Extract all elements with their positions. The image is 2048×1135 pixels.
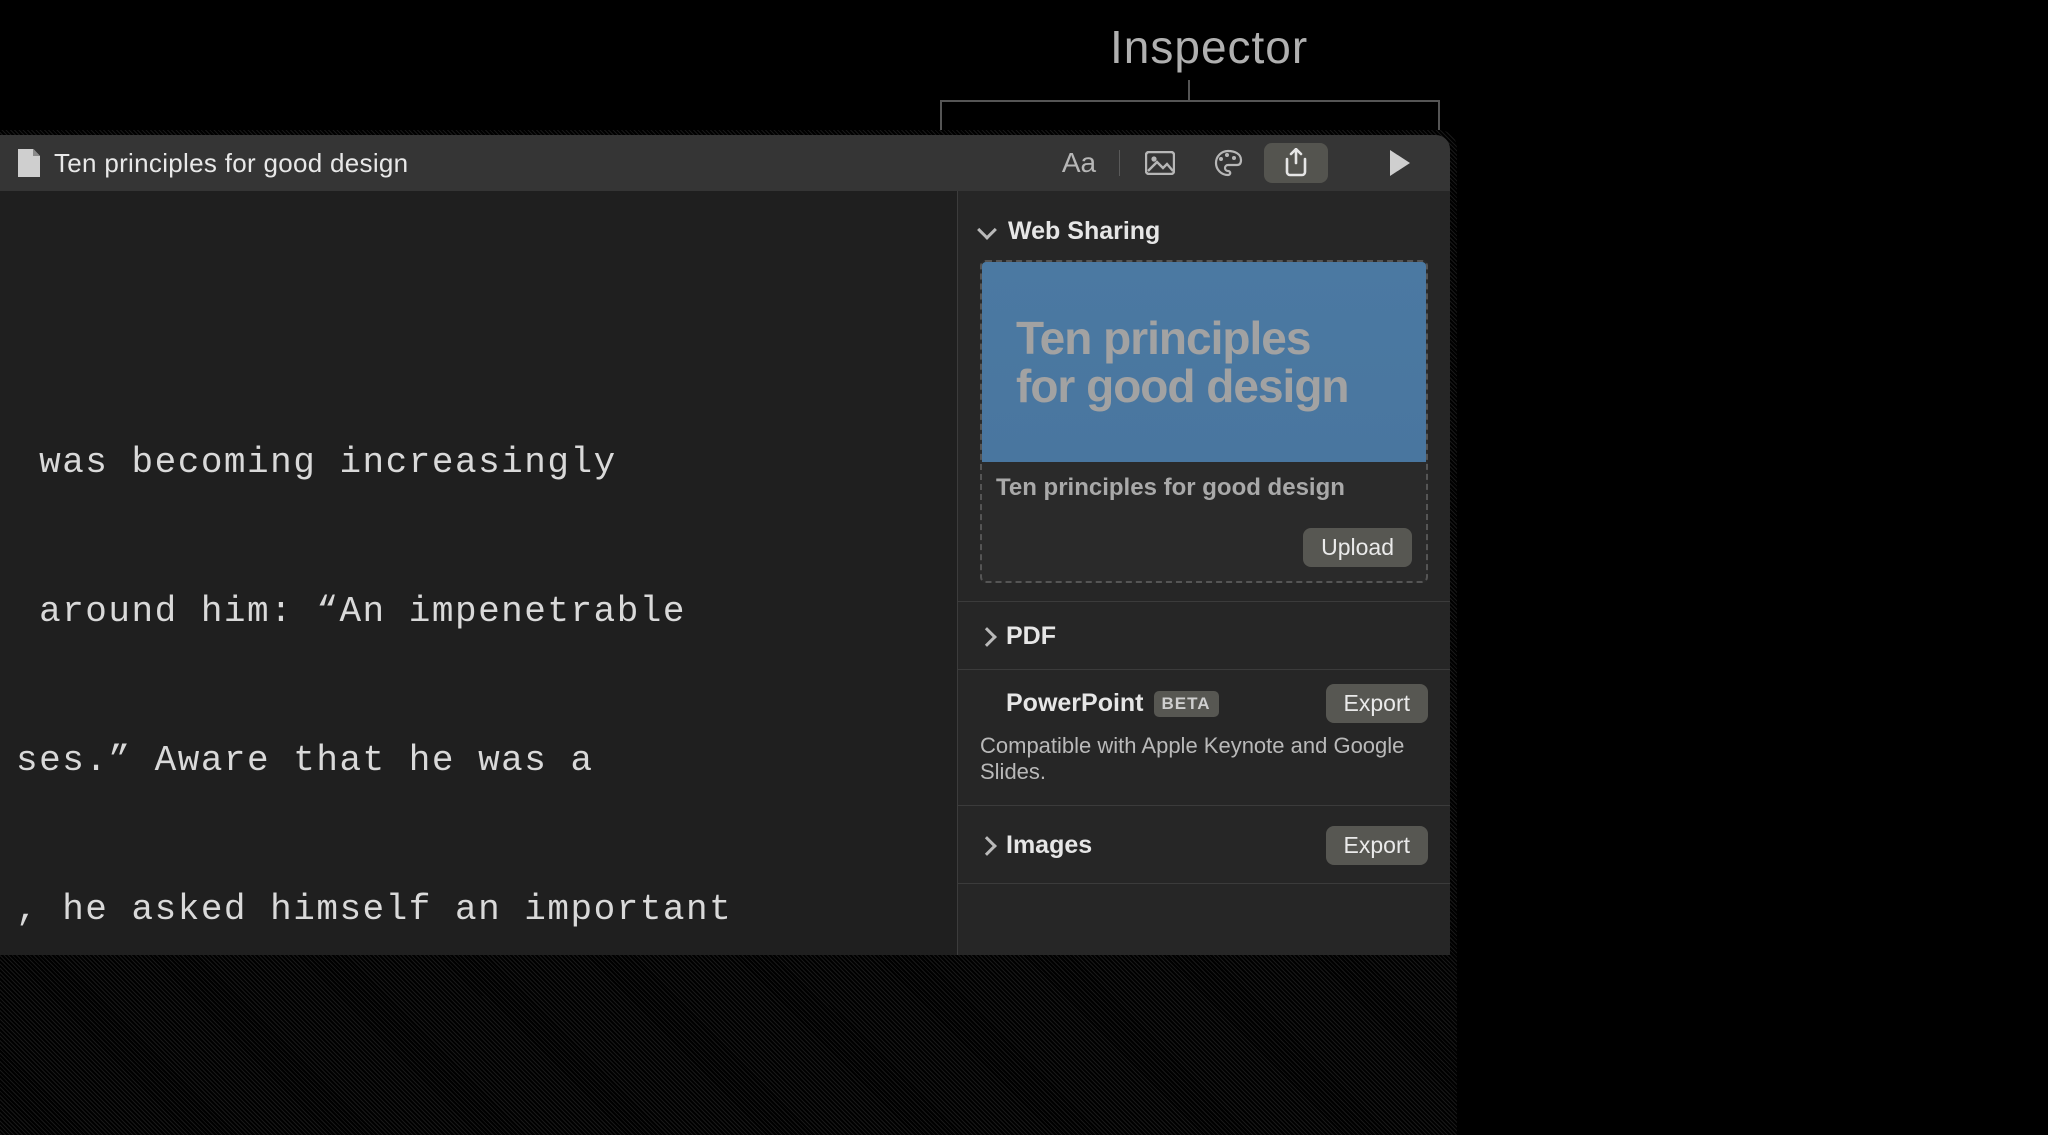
images-title: Images (1006, 831, 1092, 860)
play-icon (1390, 150, 1410, 176)
annotation-label: Inspector (1110, 20, 1308, 74)
editor-pane[interactable]: was becoming increasingly around him: “A… (0, 191, 957, 955)
chevron-right-icon (977, 627, 997, 647)
annotation-stem (1188, 80, 1190, 102)
chevron-down-icon (977, 220, 997, 240)
images-export-button[interactable]: Export (1326, 826, 1428, 865)
editor-line: ses.” Aware that he was a (0, 736, 957, 786)
web-sharing-header[interactable]: Web Sharing (980, 209, 1428, 260)
palette-icon (1213, 149, 1243, 177)
divider (958, 883, 1450, 884)
share-preview-card: Ten principles for good design Ten princ… (980, 260, 1428, 583)
powerpoint-title: PowerPoint (1006, 689, 1144, 718)
text-format-icon: Aa (1062, 147, 1096, 179)
share-tab[interactable] (1264, 143, 1328, 183)
powerpoint-row: PowerPoint BETA Export (980, 670, 1428, 733)
image-icon (1145, 151, 1175, 175)
inspector-tab-group: Aa (1047, 143, 1328, 183)
play-button[interactable] (1368, 143, 1432, 183)
format-tab[interactable]: Aa (1047, 143, 1111, 183)
editor-line: , he asked himself an important (0, 885, 957, 935)
theme-tab[interactable] (1196, 143, 1260, 183)
powerpoint-export-button[interactable]: Export (1326, 684, 1428, 723)
preview-title: Ten principles for good design (1016, 314, 1349, 411)
web-sharing-title: Web Sharing (1008, 217, 1160, 246)
share-preview-image: Ten principles for good design (982, 262, 1426, 462)
inspector-panel: Web Sharing Ten principles for good desi… (957, 191, 1450, 955)
image-tab[interactable] (1128, 143, 1192, 183)
app-window: Ten principles for good design Aa (0, 135, 1450, 955)
upload-button[interactable]: Upload (1303, 528, 1412, 567)
pdf-title: PDF (1006, 622, 1056, 651)
annotation-bracket (940, 100, 1440, 130)
editor-line: around him: “An impenetrable (0, 587, 957, 637)
content-row: was becoming increasingly around him: “A… (0, 191, 1450, 955)
images-section-header[interactable]: Images Export (980, 806, 1428, 883)
document-title: Ten principles for good design (54, 148, 408, 179)
pdf-section-header[interactable]: PDF (980, 602, 1428, 669)
editor-line: was becoming increasingly (0, 438, 957, 488)
share-card-title: Ten principles for good design (996, 474, 1412, 502)
beta-badge: BETA (1154, 691, 1219, 717)
titlebar: Ten principles for good design Aa (0, 135, 1450, 191)
separator (1119, 150, 1120, 176)
share-icon (1283, 148, 1309, 178)
chevron-right-icon (977, 836, 997, 856)
powerpoint-subtitle: Compatible with Apple Keynote and Google… (980, 733, 1428, 805)
document-icon (18, 149, 40, 177)
